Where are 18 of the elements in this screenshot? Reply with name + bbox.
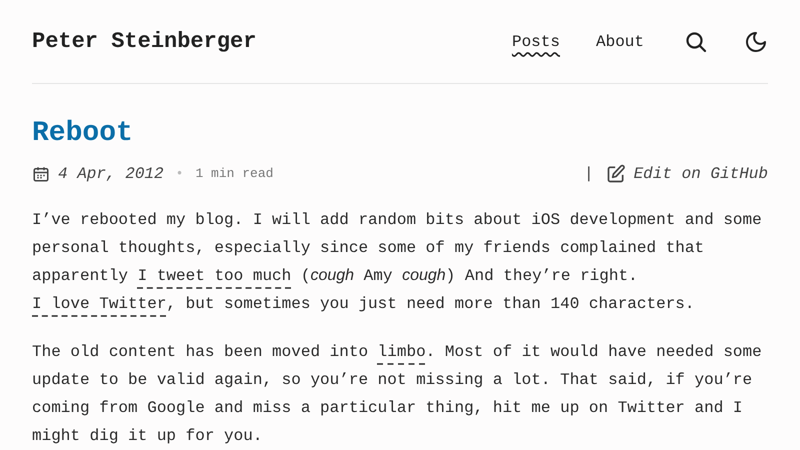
text-link[interactable]: limbo bbox=[378, 343, 426, 361]
moon-icon[interactable] bbox=[744, 30, 768, 54]
paragraph: I’ve rebooted my blog. I will add random bits about iOS development and some personal thoughts, especially since some of my friends complained that apparently I tweet too much (cough Amy cough) And they’re right. I love Twitter, but sometimes you just need more than 140 characters. bbox=[32, 210, 763, 315]
calendar-icon bbox=[32, 165, 50, 183]
text-link[interactable]: I tweet too much bbox=[138, 267, 292, 285]
site-title[interactable]: Peter Steinberger bbox=[32, 25, 256, 58]
nav-link[interactable]: About bbox=[596, 30, 644, 54]
separator-dot: • bbox=[176, 165, 184, 184]
edit-link[interactable]: Edit on GitHub bbox=[606, 162, 768, 186]
paragraph: The old content has been moved into limbo. Most of it would have needed some update to be valid again, so you’re not missing a lot. That said, if you’re coming from Google and miss a particular thing, hit me up on Twitter and I might dig it up for you. bbox=[32, 342, 763, 447]
reading-time: 1 min read bbox=[195, 165, 274, 184]
post-date: 4 Apr, 2012 bbox=[58, 164, 164, 185]
pipe-separator-text: | bbox=[584, 164, 594, 185]
search-icon[interactable] bbox=[684, 30, 708, 54]
post-title: Reboot bbox=[32, 117, 134, 151]
nav-link[interactable]: Posts bbox=[512, 30, 560, 54]
pencil-icon bbox=[606, 164, 626, 184]
text-link[interactable]: I love Twitter bbox=[32, 295, 166, 313]
